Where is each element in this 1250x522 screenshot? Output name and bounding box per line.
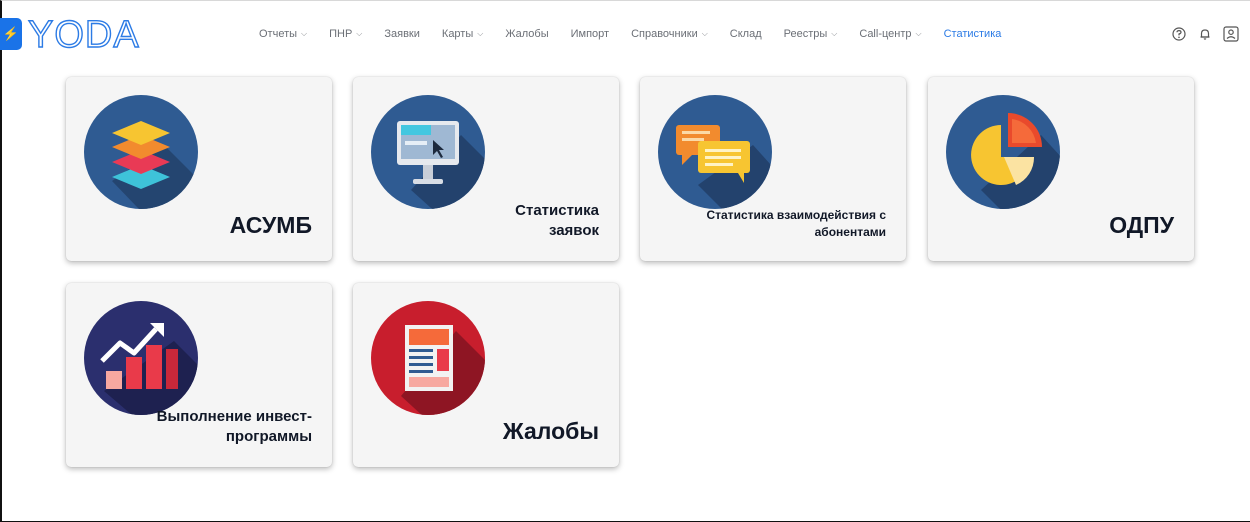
nav-directories[interactable]: Справочники ⌵ (631, 28, 708, 40)
nav-maps[interactable]: Карты ⌵ (442, 28, 483, 40)
chevron-down-icon: ⌵ (831, 29, 838, 38)
chevron-down-icon: ⌵ (301, 29, 308, 38)
card-title: АСУМБ (229, 212, 312, 238)
bell-icon[interactable] (1196, 25, 1214, 43)
card-complaints[interactable]: Жалобы (353, 283, 619, 467)
nav-import[interactable]: Импорт (571, 28, 609, 40)
nav-reports[interactable]: Отчеты ⌵ (259, 28, 307, 40)
card-title: Выполнение инвест-программы (156, 408, 312, 445)
card-title: Статистика заявок (515, 202, 599, 239)
nav-registries[interactable]: Реестры ⌵ (784, 28, 838, 40)
card-title: Статистика взаимодействия с абонентами (706, 208, 886, 239)
help-icon[interactable] (1170, 25, 1188, 43)
card-interaction-stats[interactable]: Статистика взаимодействия с абонентами (640, 77, 906, 261)
chat-icon (658, 95, 772, 209)
monitor-icon (371, 95, 485, 209)
layers-icon (84, 95, 198, 209)
sidebar-toggle[interactable]: ⚡ (0, 18, 22, 50)
user-icon[interactable] (1222, 25, 1240, 43)
header-tools (1162, 25, 1240, 43)
nav-warehouse[interactable]: Склад (730, 28, 762, 40)
card-title: Жалобы (502, 418, 599, 444)
growth-chart-icon (84, 301, 198, 415)
logo-text: YODA (28, 14, 140, 54)
nav-pnr[interactable]: ПНР ⌵ (329, 28, 362, 40)
chevron-down-icon: ⌵ (701, 29, 708, 38)
document-icon (371, 301, 485, 415)
pie-chart-icon (946, 95, 1060, 209)
logo[interactable]: YODA (26, 14, 156, 54)
chevron-down-icon: ⌵ (356, 29, 363, 38)
card-title: ОДПУ (1109, 212, 1174, 238)
chevron-down-icon: ⌵ (477, 29, 484, 38)
card-invest[interactable]: Выполнение инвест-программы (66, 283, 332, 467)
chevron-down-icon: ⌵ (915, 29, 922, 38)
nav-statistics[interactable]: Статистика (944, 28, 1002, 40)
nav-call-center[interactable]: Call-центр ⌵ (859, 28, 921, 40)
card-asumb[interactable]: АСУМБ (66, 77, 332, 261)
card-odpu[interactable]: ОДПУ (928, 77, 1194, 261)
nav-complaints[interactable]: Жалобы (505, 28, 548, 40)
card-requests-stats[interactable]: Статистика заявок (353, 77, 619, 261)
main-nav: Отчеты ⌵ ПНР ⌵ Заявки Карты ⌵ Жалобы Импорт… (259, 27, 1023, 41)
bolt-icon: ⚡ (2, 26, 20, 41)
nav-requests[interactable]: Заявки (384, 28, 420, 40)
